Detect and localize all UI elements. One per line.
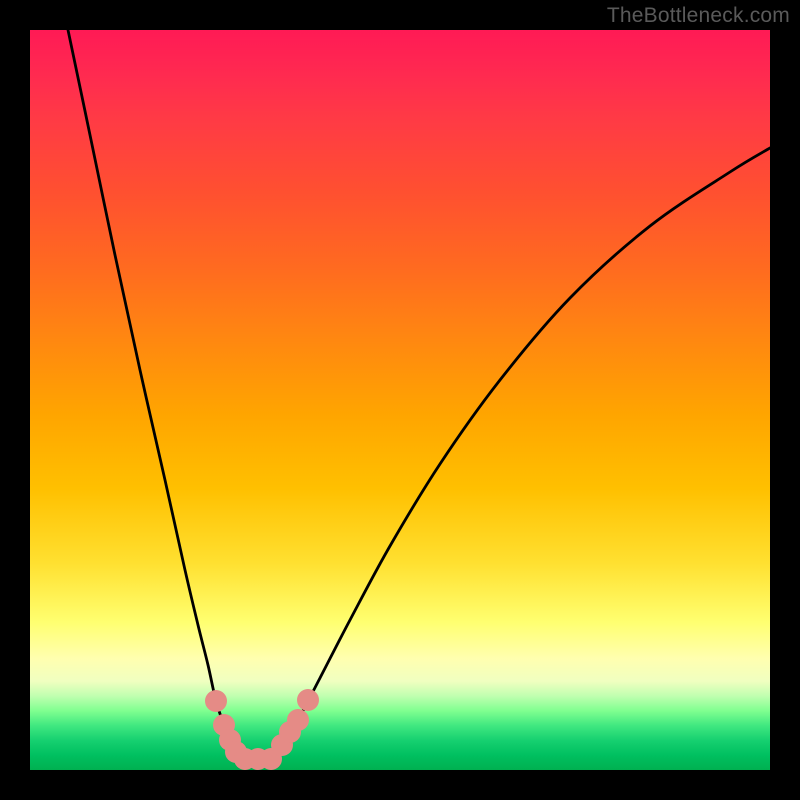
chart-container: TheBottleneck.com [0, 0, 800, 800]
data-marker [205, 690, 227, 712]
plot-area [30, 30, 770, 770]
watermark-text: TheBottleneck.com [607, 4, 790, 28]
data-marker [287, 709, 309, 731]
curve-left-branch [68, 30, 245, 760]
curve-layer [30, 30, 770, 770]
curve-right-branch [270, 148, 770, 760]
data-marker [297, 689, 319, 711]
